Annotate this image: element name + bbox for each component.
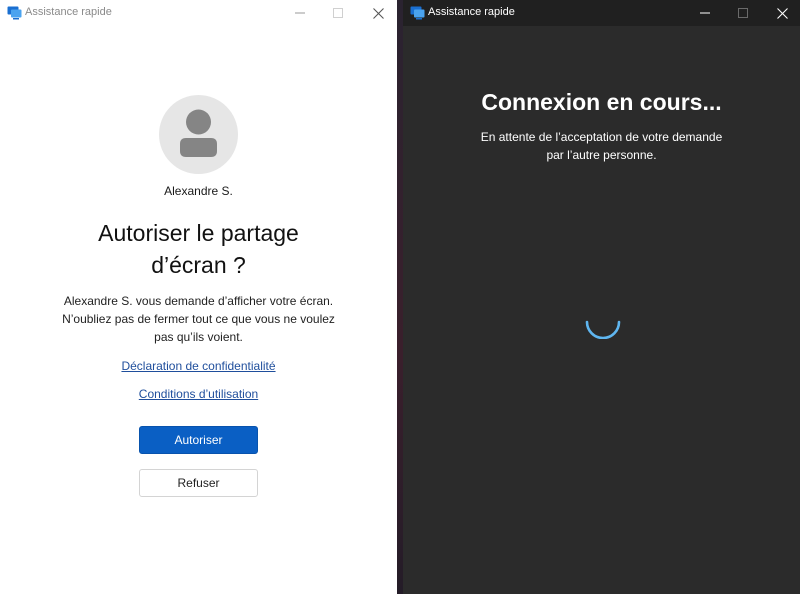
connecting-title: Connexion en cours... xyxy=(481,89,722,115)
dialog-description: Alexandre S. vous demande d’afficher vot… xyxy=(0,292,397,346)
loading-spinner-icon xyxy=(585,320,621,339)
title-bar[interactable]: Assistance rapide xyxy=(0,0,397,26)
requester-name: Alexandre S. xyxy=(164,184,233,198)
close-icon xyxy=(776,7,788,19)
connecting-window: Assistance rapide Connexion en cours... … xyxy=(403,0,800,594)
quick-assist-icon xyxy=(7,6,22,20)
dialog-title-line2: d’écran ? xyxy=(151,252,246,278)
connecting-description-line1: En attente de l’acceptation de votre dem… xyxy=(480,130,723,144)
terms-of-use-link[interactable]: Conditions d’utilisation xyxy=(0,387,397,401)
connecting-description-line2: par l’autre personne. xyxy=(546,148,657,162)
maximize-icon xyxy=(738,8,748,18)
permission-window: Assistance rapide Alexandre S. Autoriser… xyxy=(0,0,397,594)
maximize-icon xyxy=(333,8,343,18)
maximize-button[interactable] xyxy=(725,0,761,26)
connecting-description: En attente de l’acceptation de votre dem… xyxy=(403,128,800,164)
refuse-button[interactable]: Refuser xyxy=(139,469,258,497)
avatar xyxy=(159,95,238,174)
dialog-title: Autoriser le partage d’écran ? xyxy=(0,217,397,281)
minimize-button[interactable] xyxy=(687,0,723,26)
window-title: Assistance rapide xyxy=(428,6,515,18)
dialog-title-line1: Autoriser le partage xyxy=(98,220,299,246)
minimize-icon xyxy=(295,12,305,14)
title-bar[interactable]: Assistance rapide xyxy=(403,0,800,26)
privacy-statement-link[interactable]: Déclaration de confidentialité xyxy=(0,359,397,373)
window-title: Assistance rapide xyxy=(25,6,112,18)
minimize-icon xyxy=(700,12,710,14)
quick-assist-icon xyxy=(410,6,425,20)
maximize-button[interactable] xyxy=(320,0,356,26)
description-line2: N’oubliez pas de fermer tout ce que vous… xyxy=(62,312,335,326)
allow-button[interactable]: Autoriser xyxy=(139,426,258,454)
close-button[interactable] xyxy=(764,0,800,26)
minimize-button[interactable] xyxy=(282,0,318,26)
description-line3: pas qu’ils voient. xyxy=(154,330,243,344)
close-icon xyxy=(372,7,384,19)
close-button[interactable] xyxy=(360,0,396,26)
description-line1: Alexandre S. vous demande d’afficher vot… xyxy=(63,294,334,308)
person-icon xyxy=(180,109,217,157)
